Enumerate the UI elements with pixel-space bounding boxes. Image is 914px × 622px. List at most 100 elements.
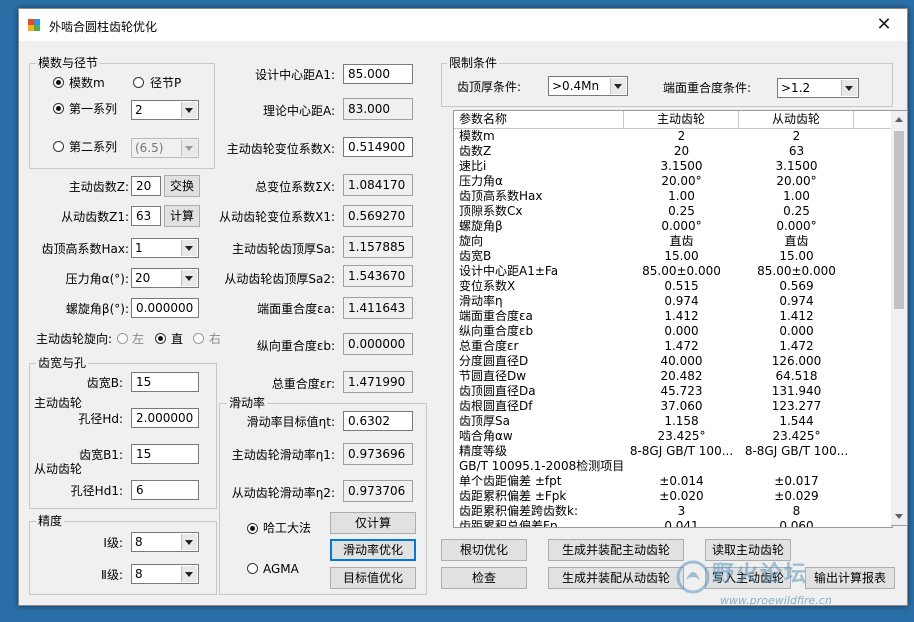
driven-value-cell: 0.569 [779, 279, 814, 293]
generate-driven-gear-button[interactable]: 生成并装配从动齿轮 [548, 567, 684, 589]
table-row[interactable]: 节圆直径Dw 20.482 64.518 [454, 369, 892, 384]
slip-optimize-button[interactable]: 滑动率优化 [330, 539, 416, 561]
width-b1-input[interactable]: 15 [131, 444, 199, 464]
table-row[interactable]: 齿宽B 15.00 15.00 [454, 249, 892, 264]
export-report-button[interactable]: 输出计算报表 [805, 567, 895, 589]
table-row[interactable]: 端面重合度εa 1.412 1.412 [454, 309, 892, 324]
close-button[interactable]: ✕ [861, 9, 907, 41]
param-name-cell: 设计中心距A1±Fa [459, 264, 559, 278]
width-b-input[interactable]: 15 [131, 372, 199, 392]
table-row[interactable]: 变位系数X 0.515 0.569 [454, 279, 892, 294]
driven-value-cell: 1.472 [779, 339, 814, 353]
drive-value-cell: 0.041 [664, 519, 699, 528]
radio-pitch[interactable] [133, 77, 144, 88]
grade1-select[interactable]: 8 [131, 532, 199, 552]
drive-value-cell: 0.974 [664, 294, 699, 308]
drive-shift-input[interactable]: 0.514900 [343, 137, 413, 157]
table-row[interactable]: 齿顶高系数Hax 1.00 1.00 [454, 189, 892, 204]
table-row[interactable]: 压力角α 20.00° 20.00° [454, 174, 892, 189]
table-row[interactable]: 模数m 2 2 [454, 129, 892, 144]
radio-hagong[interactable] [247, 523, 258, 534]
table-row[interactable]: 旋向 直齿 直齿 [454, 234, 892, 249]
table-row[interactable]: 单个齿距偏差 ±fpt ±0.014 ±0.017 [454, 474, 892, 489]
radio-rot-left[interactable] [117, 333, 128, 344]
table-row[interactable]: 齿根圆直径Df 37.060 123.277 [454, 399, 892, 414]
table-row[interactable]: 速比i 3.1500 3.1500 [454, 159, 892, 174]
radio-rot-straight[interactable] [155, 333, 166, 344]
driven-value-cell: 15.00 [779, 249, 814, 263]
table-row[interactable]: 齿顶圆直径Da 45.723 131.940 [454, 384, 892, 399]
target-optimize-button[interactable]: 目标值优化 [330, 567, 416, 589]
table-row[interactable]: 齿距累积偏差 ±Fpk ±0.020 ±0.029 [454, 489, 892, 504]
table-row[interactable]: 啮合角αw 23.425° 23.425° [454, 429, 892, 444]
table-row[interactable]: 总重合度εr 1.472 1.472 [454, 339, 892, 354]
driven-value-cell: 8 [792, 504, 801, 518]
table-row[interactable]: 齿顶厚Sa 1.158 1.544 [454, 414, 892, 429]
radio-module[interactable] [53, 77, 64, 88]
radio-rot-straight-label: 直 [171, 332, 184, 346]
driven-value-cell: 0.000 [779, 324, 814, 338]
param-name-cell: 齿距累积总偏差Fp [459, 519, 558, 528]
driven-value-cell: 63 [788, 144, 805, 158]
addendum-select[interactable]: 1 [131, 238, 199, 258]
drive-value-cell: 20.00° [661, 174, 702, 188]
driven-teeth-input[interactable]: 63 [131, 206, 161, 226]
table-row[interactable]: 齿距累积偏差跨齿数k: 3 8 [454, 504, 892, 519]
swap-button[interactable]: 交换 [164, 175, 200, 197]
close-icon: ✕ [876, 14, 892, 35]
param-name-cell: GB/T 10095.1-2008检测项目 [459, 459, 624, 473]
drive-value-cell: ±0.014 [659, 474, 704, 488]
series1-select[interactable]: 2 [131, 100, 199, 120]
table-row[interactable]: 螺旋角β 0.000° 0.000° [454, 219, 892, 234]
table-row[interactable]: 设计中心距A1±Fa 85.00±0.000 85.00±0.000 [454, 264, 892, 279]
radio-series1[interactable] [53, 103, 64, 114]
pressure-angle-select[interactable]: 20 [131, 268, 199, 288]
grade2-select[interactable]: 8 [131, 564, 199, 584]
table-row[interactable]: GB/T 10095.1-2008检测项目 [454, 459, 892, 474]
drive-value-cell: 0.000 [664, 324, 699, 338]
tip-condition-select[interactable]: >0.4Mn [548, 76, 628, 96]
header-filler [854, 111, 892, 129]
table-row[interactable]: 分度圆直径D 40.000 126.000 [454, 354, 892, 369]
watermark-logo-icon [676, 560, 710, 594]
drive-shift-label: 主动齿轮变位系数X: [226, 142, 335, 156]
results-table[interactable]: 参数名称 主动齿轮 从动齿轮 模数m 2 2 齿数Z 20 63 速比i 3.1500 3.15… [453, 110, 893, 528]
design-center-input[interactable]: 85.000 [343, 64, 413, 84]
bore-hd1-input[interactable]: 6 [131, 480, 199, 500]
series2-select[interactable]: (6.5) [131, 138, 199, 158]
table-row[interactable]: 滑动率η 0.974 0.974 [454, 294, 892, 309]
slip-target-input[interactable]: 0.6302 [343, 411, 413, 431]
drive-value-cell: 1.158 [664, 414, 699, 428]
overlap-condition-select[interactable]: >1.2 [777, 78, 859, 98]
table-row[interactable]: 齿距累积总偏差Fp 0.041 0.060 [454, 519, 892, 528]
radio-series2[interactable] [53, 141, 64, 152]
design-center-label: 设计中心距A1: [255, 68, 335, 82]
scroll-thumb[interactable] [894, 131, 904, 309]
bore-hd-input[interactable]: 2.000000 [131, 408, 199, 428]
header-driven-gear[interactable]: 从动齿轮 [739, 111, 854, 129]
calculate-button[interactable]: 计算 [164, 205, 200, 227]
table-scrollbar[interactable] [891, 110, 908, 526]
helix-angle-input[interactable]: 0.000000 [131, 298, 199, 318]
check-button[interactable]: 检查 [441, 567, 527, 589]
table-row[interactable]: 齿数Z 20 63 [454, 144, 892, 159]
radio-rot-right[interactable] [193, 333, 204, 344]
scroll-up-icon[interactable] [895, 117, 903, 122]
header-param-name[interactable]: 参数名称 [454, 111, 624, 129]
table-row[interactable]: 纵向重合度εb 0.000 0.000 [454, 324, 892, 339]
drive-gear-label: 主动齿轮 [34, 396, 83, 410]
table-row[interactable]: 顶隙系数Cx 0.25 0.25 [454, 204, 892, 219]
generate-drive-gear-button[interactable]: 生成并装配主动齿轮 [548, 539, 684, 561]
header-drive-gear[interactable]: 主动齿轮 [624, 111, 739, 129]
calc-only-button[interactable]: 仅计算 [330, 512, 416, 534]
table-row[interactable]: 精度等级 8-8GJ GB/T 100... 8-8GJ GB/T 100... [454, 444, 892, 459]
drive-teeth-input[interactable]: 20 [131, 176, 161, 196]
radio-series1-label: 第一系列 [69, 102, 118, 116]
drive-value-cell: 1.472 [664, 339, 699, 353]
drive-value-cell: 37.060 [660, 399, 703, 413]
param-name-cell: 啮合角αw [459, 429, 513, 443]
scroll-down-icon[interactable] [895, 514, 903, 519]
root-cut-optimize-button[interactable]: 根切优化 [441, 539, 527, 561]
radio-agma[interactable] [247, 563, 258, 574]
drive-value-cell [624, 459, 739, 474]
